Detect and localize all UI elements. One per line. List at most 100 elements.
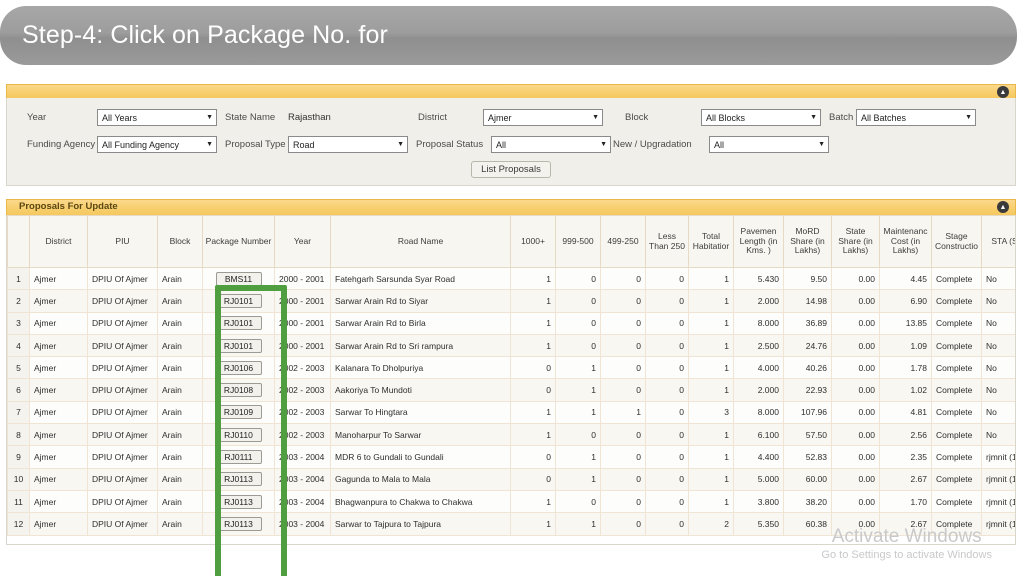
cell-text: rjmnit (16 bbox=[981, 468, 1015, 491]
row-index: 10 bbox=[7, 468, 30, 491]
cell-text: Ajmer bbox=[29, 490, 88, 514]
cell-text: Ajmer bbox=[29, 312, 88, 335]
package-number-button[interactable]: RJ0101 bbox=[215, 338, 262, 353]
package-number-button[interactable]: RJ0109 bbox=[215, 405, 262, 420]
package-number-button[interactable]: RJ0101 bbox=[215, 316, 262, 331]
year-select[interactable]: All Years ▼ bbox=[97, 109, 217, 126]
cell-numeric: 1 bbox=[688, 334, 734, 358]
cell-numeric: 14.98 bbox=[783, 289, 832, 313]
cell-text: 2000 - 2001 bbox=[274, 312, 331, 335]
block-select[interactable]: All Blocks ▼ bbox=[701, 109, 821, 126]
cell-text: Complete bbox=[931, 445, 982, 469]
cell-text: Ajmer bbox=[29, 267, 88, 291]
batch-select[interactable]: All Batches ▼ bbox=[856, 109, 976, 126]
package-number-button[interactable]: RJ0111 bbox=[215, 450, 262, 465]
cell-text: No bbox=[981, 312, 1015, 335]
table-row: 2 Ajmer DPIU Of Ajmer Arain RJ0101 2000 - 200… bbox=[7, 289, 1015, 313]
package-number-cell: RJ0101 bbox=[202, 334, 275, 358]
cell-numeric: 0.00 bbox=[831, 378, 880, 402]
proposal-type-select[interactable]: Road ▼ bbox=[288, 136, 408, 153]
package-number-button[interactable]: BMS11 bbox=[215, 271, 262, 286]
row-index: 5 bbox=[7, 356, 30, 380]
cell-numeric: 0.00 bbox=[831, 512, 880, 536]
package-number-button[interactable]: RJ0113 bbox=[215, 472, 262, 487]
funding-agency-select[interactable]: All Funding Agency ▼ bbox=[97, 136, 217, 153]
cell-numeric: 0.00 bbox=[831, 490, 880, 514]
cell-numeric: 1 bbox=[688, 267, 734, 291]
cell-text: No bbox=[981, 423, 1015, 447]
cell-numeric: 3 bbox=[688, 401, 734, 425]
cell-numeric: 52.83 bbox=[783, 445, 832, 469]
cell-numeric: 1 bbox=[555, 512, 601, 536]
proposal-status-select[interactable]: All ▼ bbox=[491, 136, 611, 153]
collapse-up-icon[interactable]: ▲ bbox=[997, 201, 1009, 213]
proposals-panel-header: Proposals For Update ▲ bbox=[6, 199, 1016, 215]
collapse-up-icon[interactable]: ▲ bbox=[997, 86, 1009, 98]
table-header-row: District PIU Block Package Number Year Road N… bbox=[7, 215, 1015, 268]
cell-text: Complete bbox=[931, 312, 982, 335]
cell-numeric: 0 bbox=[600, 378, 646, 402]
proposals-table-container: District PIU Block Package Number Year Road N… bbox=[6, 215, 1016, 545]
list-proposals-button[interactable]: List Proposals bbox=[471, 161, 551, 178]
cell-numeric: 0 bbox=[645, 468, 689, 491]
chevron-down-icon: ▼ bbox=[592, 114, 599, 121]
cell-text: DPIU Of Ajmer bbox=[87, 378, 158, 402]
column-header-sta-s: STA (S bbox=[981, 215, 1015, 268]
table-row: 6 Ajmer DPIU Of Ajmer Arain RJ0108 2002 - 200… bbox=[7, 378, 1015, 402]
cell-numeric: 9.50 bbox=[783, 267, 832, 291]
cell-numeric: 0 bbox=[600, 289, 646, 313]
package-number-cell: RJ0106 bbox=[202, 356, 275, 380]
cell-numeric: 0.00 bbox=[831, 468, 880, 491]
package-number-button[interactable]: RJ0101 bbox=[215, 293, 262, 308]
district-select[interactable]: Ajmer ▼ bbox=[483, 109, 603, 126]
row-index: 4 bbox=[7, 334, 30, 358]
new-upgradation-select[interactable]: All ▼ bbox=[709, 136, 829, 153]
filter-label-state-name: State Name bbox=[225, 112, 276, 123]
cell-numeric: 0.00 bbox=[831, 401, 880, 425]
column-header-499-250: 499-250 bbox=[600, 215, 646, 268]
row-index: 11 bbox=[7, 490, 30, 514]
column-header-piu: PIU bbox=[87, 215, 158, 268]
package-number-button[interactable]: RJ0108 bbox=[215, 383, 262, 398]
cell-text: No bbox=[981, 289, 1015, 313]
cell-text: 2002 - 2003 bbox=[274, 356, 331, 380]
table-body: 1 Ajmer DPIU Of Ajmer Arain BMS11 2000 - 2001… bbox=[7, 267, 1015, 536]
cell-numeric: 0 bbox=[645, 445, 689, 469]
cell-text: 2003 - 2004 bbox=[274, 445, 331, 469]
cell-numeric: 6.90 bbox=[879, 289, 932, 313]
cell-text: Ajmer bbox=[29, 423, 88, 447]
cell-numeric: 1 bbox=[688, 445, 734, 469]
cell-text: Complete bbox=[931, 490, 982, 514]
column-header-1000: 1000+ bbox=[510, 215, 556, 268]
cell-numeric: 0 bbox=[555, 289, 601, 313]
column-header-total-habitatior: Total Habitatior bbox=[688, 215, 734, 268]
cell-text: Complete bbox=[931, 378, 982, 402]
cell-numeric: 1.09 bbox=[879, 334, 932, 358]
cell-text: Arain bbox=[157, 490, 203, 514]
table-row: 5 Ajmer DPIU Of Ajmer Arain RJ0106 2002 - 200… bbox=[7, 356, 1015, 380]
web-app-area: ▲ Year All Years ▼ State Name Rajasthan … bbox=[0, 72, 1024, 576]
chevron-down-icon: ▼ bbox=[965, 114, 972, 121]
cell-numeric: 2.67 bbox=[879, 468, 932, 491]
package-number-button[interactable]: RJ0106 bbox=[215, 360, 262, 375]
package-number-button[interactable]: RJ0110 bbox=[215, 427, 262, 442]
table-row: 8 Ajmer DPIU Of Ajmer Arain RJ0110 2002 - 200… bbox=[7, 423, 1015, 447]
filter-label-batch: Batch bbox=[829, 112, 854, 123]
table-row: 4 Ajmer DPIU Of Ajmer Arain RJ0101 2000 - 200… bbox=[7, 334, 1015, 358]
cell-numeric: 0 bbox=[600, 490, 646, 514]
package-number-button[interactable]: RJ0113 bbox=[215, 516, 262, 531]
package-number-cell: RJ0101 bbox=[202, 289, 275, 313]
package-number-button[interactable]: RJ0113 bbox=[215, 494, 262, 509]
package-number-cell: RJ0109 bbox=[202, 401, 275, 425]
row-index: 2 bbox=[7, 289, 30, 313]
cell-text: Sarwar Arain Rd to Sri rampura bbox=[330, 334, 511, 358]
filter-actions: List Proposals bbox=[7, 161, 1015, 178]
cell-numeric: 0 bbox=[645, 401, 689, 425]
cell-numeric: 8.000 bbox=[733, 401, 784, 425]
cell-numeric: 4.400 bbox=[733, 445, 784, 469]
chevron-down-icon: ▼ bbox=[810, 114, 817, 121]
filter-label-district: District bbox=[418, 112, 448, 123]
row-index: 3 bbox=[7, 312, 30, 335]
cell-numeric: 4.81 bbox=[879, 401, 932, 425]
cell-numeric: 40.26 bbox=[783, 356, 832, 380]
